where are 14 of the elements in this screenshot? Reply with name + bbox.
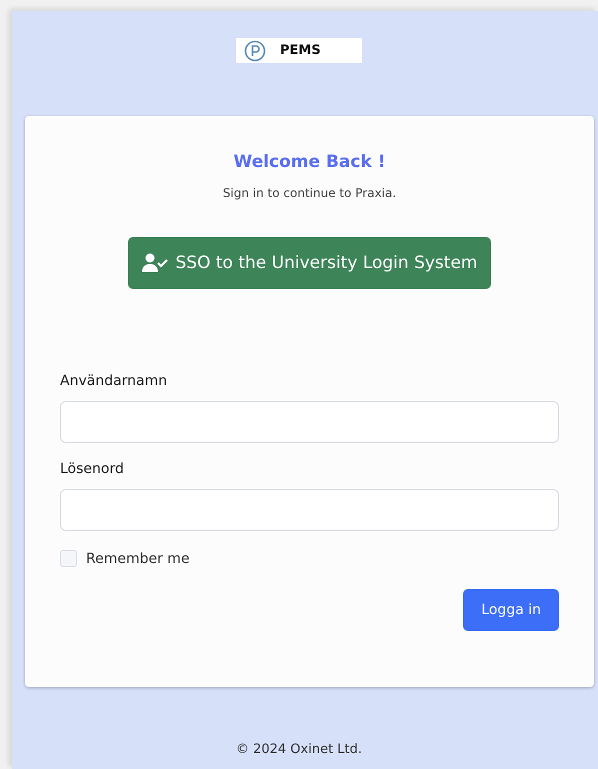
subtitle: Sign in to continue to Praxia.: [222, 186, 398, 200]
input-field[interactable]: [60, 401, 559, 443]
brand-name: PEMS: [280, 43, 321, 58]
copyright-text: © 2024 Oxinet Ltd.: [236, 742, 362, 757]
sso-button[interactable]: SSO to the University Login System: [128, 237, 492, 289]
field-label: Lösenord: [60, 461, 125, 477]
remember-checkbox[interactable]: [60, 550, 77, 567]
input-field[interactable]: [60, 489, 559, 531]
logo-icon: [244, 40, 266, 62]
remember-label: Remember me: [86, 550, 190, 566]
user-check-icon: [142, 253, 168, 273]
field-label: Användarnamn: [60, 373, 168, 389]
login-button[interactable]: Logga in: [463, 589, 559, 631]
welcome-title: Welcome Back !: [232, 152, 386, 172]
